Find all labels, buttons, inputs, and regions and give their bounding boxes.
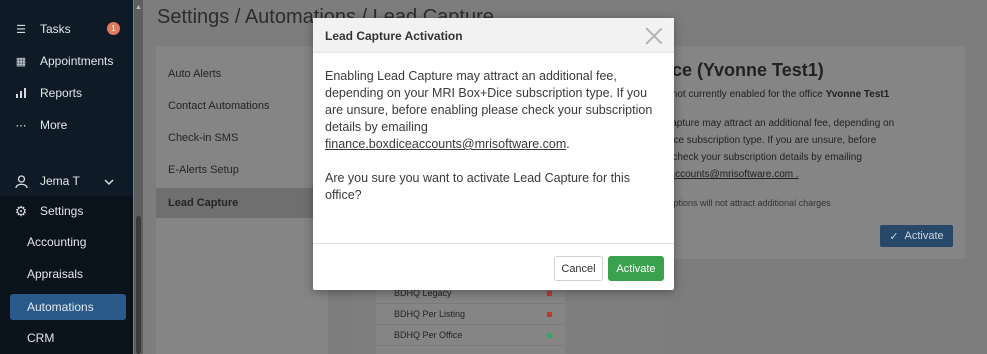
sidebar-item-label: Settings [40,204,84,218]
dialog-header: Lead Capture Activation [313,18,674,53]
lead-capture-activation-dialog: Lead Capture Activation Enabling Lead Ca… [313,18,674,290]
calendar-icon: ▦ [15,55,27,68]
sidebar-sub-automations[interactable]: Automations [10,294,126,320]
tasks-icon: ☰ [16,23,26,36]
sidebar: ☰ Tasks 1 ▦ Appointments Reports ⋯ More … [0,0,133,354]
card-activate-button[interactable]: ✓ Activate [880,225,953,247]
check-icon: ✓ [889,230,899,243]
sidebar-item-settings[interactable]: ⚙ Settings [0,196,133,226]
card-email-link[interactable]: eaccounts@mrisoftware.com . [664,169,799,180]
user-icon [14,174,28,188]
sidebar-item-label: Reports [40,86,83,100]
subnav-e-alerts-setup[interactable]: E-Alerts Setup [156,155,328,185]
card-desc-line: Dice subscription type. If you are unsur… [664,135,877,146]
user-name: Jema T [40,174,80,188]
more-icon: ⋯ [15,119,27,132]
sidebar-sub-crm[interactable]: CRM [10,325,126,351]
dialog-message: Enabling Lead Capture may attract an add… [325,68,667,153]
sidebar-item-reports[interactable]: Reports [0,78,133,108]
subnav-lead-capture[interactable]: Lead Capture [156,188,328,218]
dialog-message-end: . [566,137,570,151]
chevron-down-icon [104,175,114,189]
tasks-count-badge: 1 [107,22,120,35]
close-icon[interactable] [644,26,664,46]
cancel-button[interactable]: Cancel [554,256,603,281]
dialog-message-text: Enabling Lead Capture may attract an add… [325,69,653,134]
card-note: criptions will not attract additional ch… [664,198,831,208]
card-desc-line: e check your subscription details by ema… [664,152,862,163]
sidebar-item-more[interactable]: ⋯ More [0,110,133,140]
sidebar-sub-appraisals[interactable]: Appraisals [10,261,126,287]
scroll-up-icon[interactable]: ▲ [135,4,142,11]
bar-chart-icon [14,86,28,100]
list-item-label: BDHQ Per Office [394,330,463,340]
sidebar-item-appointments[interactable]: ▦ Appointments [0,46,133,76]
dialog-footer: Cancel Activate [313,243,674,290]
subnav-check-in-sms[interactable]: Check-in SMS [156,123,328,153]
sidebar-sub-accounting[interactable]: Accounting [10,229,126,255]
dialog-title: Lead Capture Activation [325,29,463,43]
activate-button[interactable]: Activate [608,256,664,281]
list-item: BDHQ Per Office [376,325,565,346]
list-item-label: BDHQ Per Listing [394,309,466,319]
sidebar-item-label: More [40,118,68,132]
card-activate-label: Activate [904,230,944,242]
list-item: BDHQ Per Listing [376,304,565,325]
card-status-prefix: s not currently enabled for the office [664,89,826,100]
subnav-auto-alerts[interactable]: Auto Alerts [156,59,328,89]
subnav-contact-automations[interactable]: Contact Automations [156,91,328,121]
card-office-name: Yvonne Test1 [825,89,890,100]
gear-icon: ⚙ [14,202,28,219]
scrollbar-thumb[interactable] [136,216,141,354]
card-desc-line: Capture may attract an additional fee, d… [664,118,895,129]
settings-subnav: Auto Alerts Contact Automations Check-in… [156,46,328,354]
sidebar-item-label: Tasks [40,22,71,36]
dialog-question: Are you sure you want to activate Lead C… [325,171,631,202]
status-dot [547,311,552,317]
status-dot [547,332,552,338]
sidebar-scrollbar[interactable]: ▲ [134,0,143,354]
card-status-text: s not currently enabled for the office Y… [664,89,889,100]
card-heading: ce (Yvonne Test1) [672,60,824,80]
user-menu[interactable]: Jema T [0,166,133,196]
status-dot [547,290,552,296]
sidebar-item-label: Appointments [40,54,114,68]
email-link[interactable]: finance.boxdiceaccounts@mrisoftware.com [325,137,566,151]
dialog-body: Enabling Lead Capture may attract an add… [325,68,667,221]
